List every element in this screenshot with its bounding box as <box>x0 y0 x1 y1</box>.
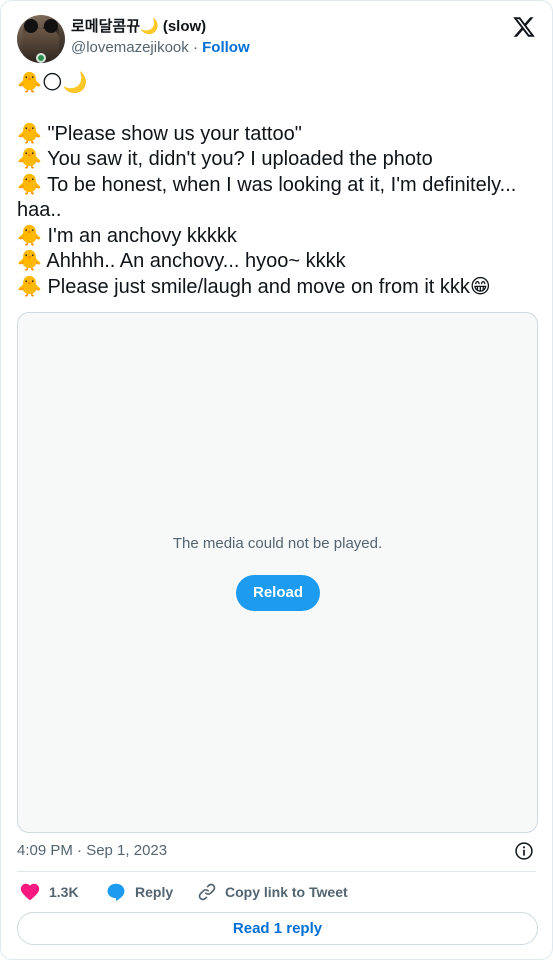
like-count: 1.3K <box>49 884 79 900</box>
tweet-line: 🐥 "Please show us your tattoo" <box>17 122 302 145</box>
tweet-line: 🐥 Ahhhh.. An anchovy... hyoo~ kkkk <box>17 250 346 272</box>
link-icon <box>198 883 216 901</box>
handle-row: @lovemazejikook · Follow <box>71 38 250 58</box>
separator: · <box>188 39 203 56</box>
tweet-line: 🐥 To be honest, when I was looking at it… <box>17 173 517 222</box>
tweet-line: 🐥 You saw it, didn't you? I uploaded the… <box>17 148 433 170</box>
tweet-header: 로메달콤뀨🌙 (slow) @lovemazejikook · Follow <box>17 15 536 63</box>
copy-link-button[interactable]: Copy link to Tweet <box>197 880 348 904</box>
avatar[interactable] <box>17 15 65 63</box>
handle[interactable]: @lovemazejikook <box>71 39 189 56</box>
tweet-line: 🐥 Please just smile/laugh and move on fr… <box>17 275 491 298</box>
media-container: The media could not be played. Reload <box>17 312 538 833</box>
action-bar: 1.3K Reply Copy link to Tweet <box>17 880 536 904</box>
emoji-line: 🐥🌕🌙 <box>17 72 88 94</box>
reload-button[interactable]: Reload <box>236 575 320 611</box>
tweet-text: 🐥🌕🌙 🐥 "Please show us your tattoo" 🐥 You… <box>17 71 537 300</box>
read-replies-button[interactable]: Read 1 reply <box>17 912 538 945</box>
tweet-line: 🐥 I'm an anchovy kkkkk <box>17 224 237 247</box>
like-button[interactable]: 1.3K <box>19 880 79 904</box>
reply-bubble-icon <box>107 883 125 902</box>
media-error-message: The media could not be played. <box>172 535 383 552</box>
follow-link[interactable]: Follow <box>202 39 250 56</box>
tweet-meta: 4:09 PM · Sep 1, 2023 <box>17 841 536 861</box>
reply-label: Reply <box>135 884 174 900</box>
info-icon[interactable] <box>514 841 534 861</box>
tweet-card: 로메달콤뀨🌙 (slow) @lovemazejikook · Follow 🐥… <box>0 0 553 960</box>
display-name[interactable]: 로메달콤뀨🌙 (slow) <box>71 17 250 37</box>
x-logo-icon[interactable] <box>512 15 536 39</box>
divider <box>17 871 536 872</box>
author-info: 로메달콤뀨🌙 (slow) @lovemazejikook · Follow <box>71 17 250 58</box>
timestamp[interactable]: 4:09 PM · Sep 1, 2023 <box>17 842 167 859</box>
reply-button[interactable]: Reply <box>105 880 173 904</box>
heart-icon <box>20 883 40 901</box>
copy-link-label: Copy link to Tweet <box>225 884 348 900</box>
